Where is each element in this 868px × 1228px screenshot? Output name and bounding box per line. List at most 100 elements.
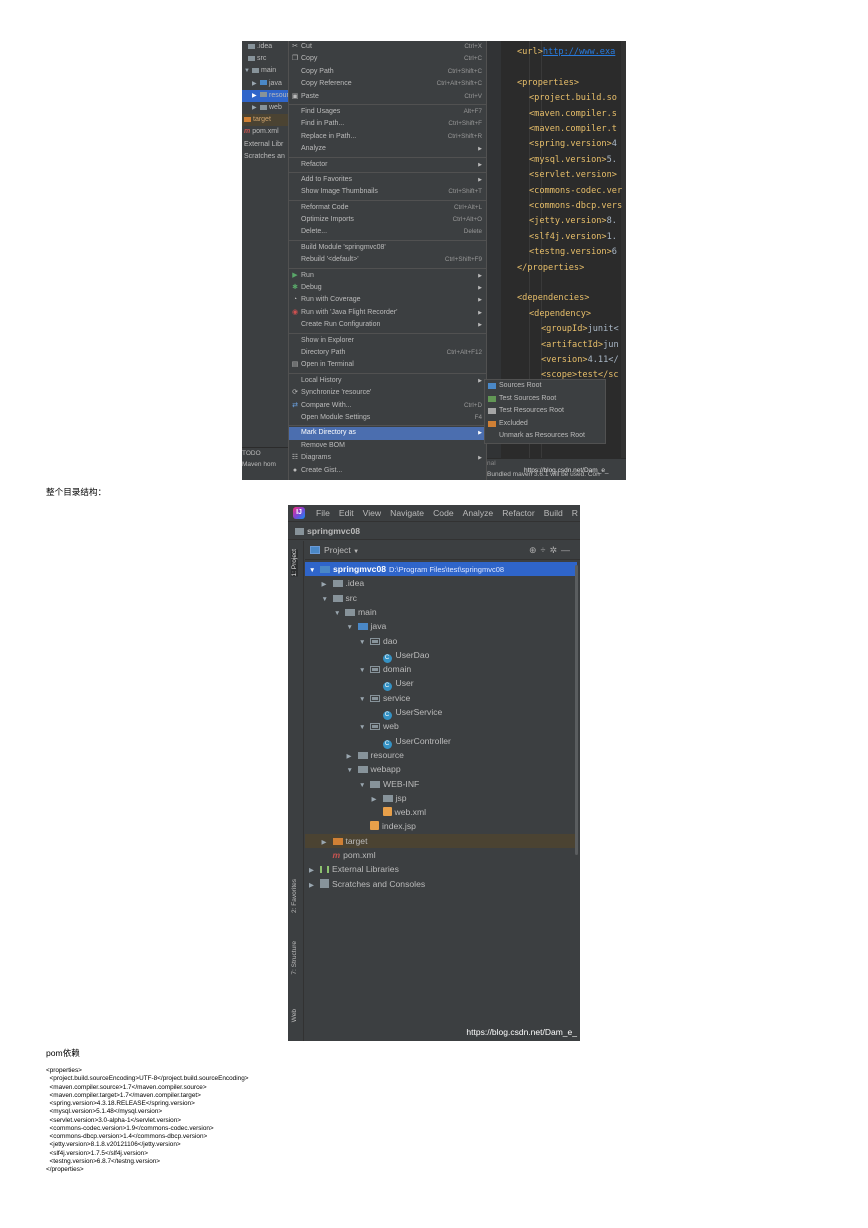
menu-item[interactable]: Analyze ▶ <box>289 143 486 155</box>
menu-item[interactable]: ▤ Open in Terminal <box>289 359 486 371</box>
tree-node[interactable]: m pom.xml <box>305 848 577 862</box>
menu-item[interactable]: Remove BOM <box>289 440 486 452</box>
tree-item-external-libraries[interactable]: External Libr <box>242 139 288 151</box>
menubar-item[interactable]: R <box>572 508 578 518</box>
menu-item[interactable]: ☷ Diagrams ▶ <box>289 452 486 464</box>
tree-scrollbar[interactable] <box>575 565 578 855</box>
menu-item[interactable]: Rebuild '<default>' Ctrl+Shift+F9 <box>289 254 486 266</box>
tree-item-idea[interactable]: .idea <box>242 41 288 53</box>
menubar-item[interactable]: Navigate <box>390 508 424 518</box>
tree-node[interactable]: C UserController <box>305 734 577 749</box>
menu-item[interactable]: ◔ Run with Coverage ▶ <box>289 294 486 306</box>
menu-item[interactable]: Open Module Settings F4 <box>289 412 486 424</box>
tree-node[interactable]: ▼ service <box>305 691 577 705</box>
menu-item[interactable]: Copy Path Ctrl+Shift+C <box>289 66 486 78</box>
menu-item[interactable]: Show Image Thumbnails Ctrl+Shift+T <box>289 186 486 198</box>
tree-item-main[interactable]: ▼ main <box>242 65 288 77</box>
menu-item[interactable]: ✱ Debug ▶ <box>289 282 486 294</box>
chevron-right-icon[interactable]: ▶ <box>309 879 320 893</box>
tree-node[interactable]: C UserService <box>305 705 577 720</box>
tree-node[interactable]: index.jsp <box>305 819 577 833</box>
menu-item[interactable]: ▣ Paste Ctrl+V <box>289 91 486 103</box>
menu-item[interactable]: Build Module 'springmvc08' <box>289 242 486 254</box>
tree-node[interactable]: ▼ web <box>305 719 577 733</box>
tree-node[interactable]: ▶ External Libraries <box>305 862 577 876</box>
tree-node[interactable]: ▼ webapp <box>305 762 577 776</box>
submenu-item[interactable]: Unmark as Resources Root <box>485 430 605 443</box>
tab-project[interactable]: 1: Project <box>291 549 298 577</box>
tree-node[interactable]: ▼ java <box>305 619 577 633</box>
tree-node[interactable]: ▼ dao <box>305 634 577 648</box>
gear-icon[interactable]: ✲ <box>549 545 561 555</box>
menu-item[interactable]: Refactor ▶ <box>289 159 486 171</box>
menubar-item[interactable]: Build <box>544 508 563 518</box>
menubar-item[interactable]: Refactor <box>502 508 534 518</box>
tree-node[interactable]: ▼ springmvc08 D:\Program Files\test\spring… <box>305 562 577 577</box>
tree-node[interactable]: ▶ resource <box>305 748 577 762</box>
menubar-item[interactable]: Edit <box>339 508 354 518</box>
menu-item[interactable]: Find Usages Alt+F7 <box>289 106 486 118</box>
menu-item-label: Find in Path... <box>301 120 345 128</box>
menu-item[interactable]: Copy Reference Ctrl+Alt+Shift+C <box>289 78 486 90</box>
tree-node[interactable]: ▼ domain <box>305 662 577 676</box>
menu-item[interactable]: ⇄ Compare With... Ctrl+D <box>289 400 486 412</box>
tab-structure[interactable]: 7: Structure <box>291 941 298 975</box>
project-view-selector[interactable]: Project ▼ <box>310 541 359 562</box>
tree-node[interactable]: ▶ target <box>305 833 577 848</box>
tree-item-target[interactable]: target <box>242 114 288 127</box>
tree-node[interactable]: C User <box>305 676 577 692</box>
menu-item[interactable]: ● Create Gist... <box>289 465 486 477</box>
code-line: </properties> <box>517 262 585 273</box>
tree-node[interactable]: ▼ main <box>305 605 577 619</box>
submenu-item[interactable]: Test Sources Root <box>485 393 605 406</box>
menu-item[interactable]: ⟳ Synchronize 'resource' <box>289 387 486 399</box>
hide-icon[interactable]: — <box>561 545 574 555</box>
tree-item-web[interactable]: ▶ web <box>242 102 288 114</box>
tree-node[interactable]: ▶ jsp <box>305 791 577 805</box>
tree-node[interactable]: ▶ Scratches and Consoles <box>305 877 577 891</box>
menu-item[interactable]: Reformat Code Ctrl+Alt+L <box>289 202 486 214</box>
menubar-item[interactable]: Code <box>433 508 454 518</box>
tab-favorites[interactable]: 2: Favorites <box>291 879 298 913</box>
menubar-item[interactable]: File <box>316 508 330 518</box>
breadcrumb[interactable]: springmvc08 <box>288 523 580 540</box>
tree-node[interactable]: ▼ src <box>305 591 577 605</box>
todo-tab[interactable]: TODO <box>242 448 288 459</box>
tree-item-src[interactable]: src <box>242 53 288 65</box>
tree-item-java[interactable]: ▶ java <box>242 78 288 90</box>
tab-web[interactable]: Web <box>291 1009 298 1022</box>
menu-item[interactable]: Directory Path Ctrl+Alt+F12 <box>289 347 486 359</box>
tree-node-label: UserService <box>395 707 443 717</box>
menu-item[interactable]: ❐ Copy Ctrl+C <box>289 53 486 65</box>
folder-icon <box>488 408 496 415</box>
menu-item[interactable]: ✂ Cut Ctrl+X <box>289 41 486 53</box>
tree-node[interactable]: ▼ WEB-INF <box>305 777 577 791</box>
menu-item[interactable]: Local History ▶ <box>289 375 486 387</box>
menu-item[interactable]: Delete... Delete <box>289 226 486 238</box>
tree-item-pom[interactable]: m pom.xml <box>242 126 288 138</box>
submenu-arrow-icon: ▶ <box>478 377 482 384</box>
menubar-item[interactable]: Analyze <box>463 508 494 518</box>
menu-item[interactable]: Replace in Path... Ctrl+Shift+R <box>289 131 486 143</box>
editor-scrollbar[interactable] <box>621 41 626 458</box>
menu-item[interactable]: Mark Directory as ▶ <box>289 427 486 440</box>
menu-item[interactable]: ◉ Run with 'Java Flight Recorder' ▶ <box>289 307 486 319</box>
menu-item[interactable]: Show in Explorer <box>289 335 486 347</box>
menubar-item[interactable]: View <box>363 508 381 518</box>
tree-item-resource[interactable]: ▶ resource <box>242 89 296 102</box>
locate-icon[interactable]: ⊕ <box>529 545 541 555</box>
tree-node[interactable]: web.xml <box>305 805 577 819</box>
tree-node-label: .idea <box>345 578 365 589</box>
menu-item[interactable]: Create Run Configuration ▶ <box>289 319 486 331</box>
menu-item[interactable]: Add to Favorites ▶ <box>289 174 486 186</box>
submenu-item[interactable]: Test Resources Root <box>485 405 605 418</box>
tree-node[interactable]: ▶ .idea <box>305 576 577 590</box>
tree-item-scratches[interactable]: Scratches an <box>242 151 288 163</box>
tree-node[interactable]: C UserDao <box>305 648 577 663</box>
submenu-item[interactable]: Excluded <box>485 418 605 431</box>
menu-item[interactable]: Optimize Imports Ctrl+Alt+O <box>289 214 486 226</box>
menu-item[interactable]: ▶ Run ▶ <box>289 270 486 282</box>
menu-item[interactable]: Find in Path... Ctrl+Shift+F <box>289 118 486 130</box>
tree-node-label: domain <box>383 664 412 675</box>
submenu-item[interactable]: Sources Root <box>485 380 605 393</box>
